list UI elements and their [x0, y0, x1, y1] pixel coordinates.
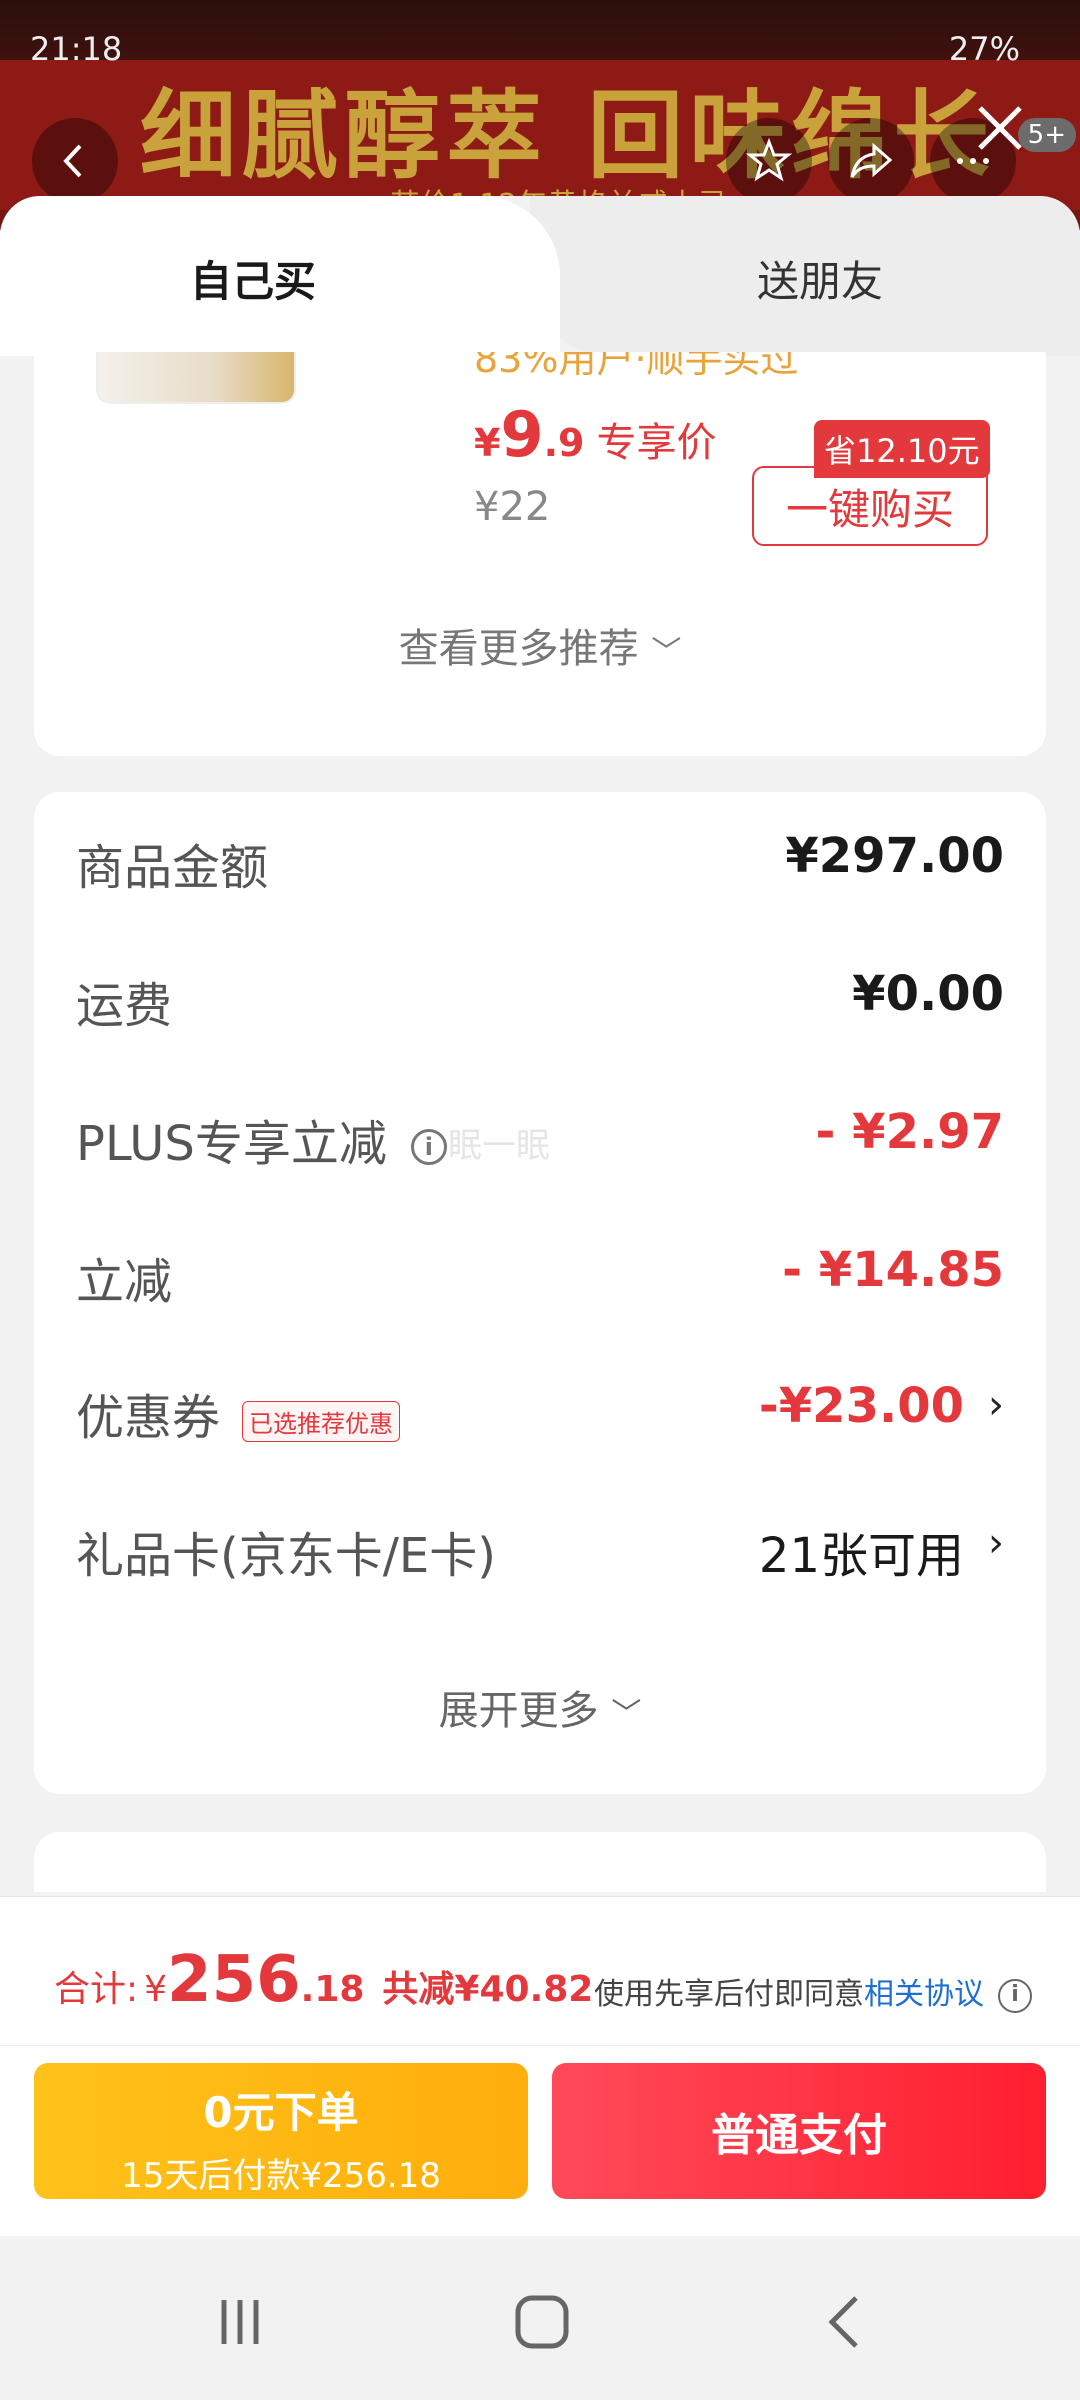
home-icon[interactable] — [512, 2292, 572, 2352]
agreement-text: 使用先享后付即同意 — [594, 1977, 864, 2012]
total-integer: 256 — [167, 1943, 301, 2017]
favorite-button[interactable] — [726, 118, 812, 204]
price-currency: ¥ — [474, 421, 501, 465]
purchase-tabs: 自己买 送朋友 — [0, 196, 1080, 356]
back-icon[interactable] — [816, 2292, 876, 2352]
expand-more-label: 展开更多 — [438, 1688, 599, 1734]
gift-card-label: 礼品卡(京东卡/E卡) — [76, 1528, 496, 1584]
see-more-recommendations[interactable]: 查看更多推荐 ﹀ — [34, 616, 1046, 674]
see-more-label: 查看更多推荐 — [398, 626, 639, 672]
status-battery: 27% — [948, 30, 1020, 68]
chevron-right-icon: › — [988, 1382, 1004, 1428]
pay-later-subtitle: 15天后付款¥256.18 — [121, 2156, 441, 2196]
coupon-value: -¥23.00 — [758, 1378, 964, 1434]
recommendation-card: 83%用户·顺手买过 ¥9.9 专享价 ¥22 一键购买 省12.10元 查看更多… — [34, 352, 1046, 756]
tab-buy-self-label[interactable]: 自己买 — [190, 248, 316, 309]
checkout-bar: 合计: ¥256.18 共减¥40.82 使用先享后付即同意相关协议 i 0元下单 1… — [0, 1896, 1080, 2236]
goods-amount-label: 商品金额 — [76, 840, 269, 896]
tab-gift-friend-label[interactable]: 送朋友 — [757, 248, 883, 309]
price-decimal: .9 — [543, 421, 585, 465]
pay-later-title: 0元下单 — [203, 2088, 359, 2137]
goods-amount-value: ¥297.00 — [785, 828, 1004, 884]
row-coupon[interactable]: 优惠券 已选推荐优惠 -¥23.00 › — [76, 1360, 1004, 1450]
system-nav-bar — [0, 2236, 1080, 2400]
info-icon[interactable]: i — [410, 1129, 447, 1165]
total-saved: 共减¥40.82 — [382, 1969, 594, 2010]
info-icon[interactable]: i — [998, 1978, 1032, 2013]
one-click-buy-button[interactable]: 一键购买 — [752, 466, 988, 546]
save-amount-tag: 省12.10元 — [814, 420, 990, 478]
gift-card-value: 21张可用 — [758, 1528, 964, 1584]
plus-discount-label-wrap: PLUS专享立减 i — [76, 1104, 447, 1174]
close-icon[interactable] — [970, 98, 1030, 158]
shipping-value: ¥0.00 — [852, 966, 1004, 1022]
plus-discount-value: - ¥2.97 — [815, 1104, 1004, 1160]
chevron-down-icon: ﹀ — [651, 635, 682, 670]
normal-pay-button[interactable]: 普通支付 — [552, 2063, 1046, 2199]
status-time: 21:18 — [30, 30, 123, 68]
chevron-down-icon: ﹀ — [611, 1697, 642, 1732]
share-button[interactable] — [828, 118, 914, 204]
product-thumbnail[interactable] — [96, 352, 296, 404]
watermark-text: 眠一眠 — [448, 1126, 550, 1166]
back-arrow-icon — [63, 144, 82, 178]
star-icon — [745, 137, 793, 182]
back-button[interactable] — [32, 118, 118, 204]
recent-apps-icon[interactable] — [210, 2292, 270, 2352]
chevron-right-icon: › — [988, 1520, 1004, 1566]
coupon-label-wrap: 优惠券 已选推荐优惠 — [76, 1378, 401, 1448]
shipping-label: 运费 — [76, 978, 173, 1034]
total-decimal: .18 — [300, 1969, 365, 2010]
agreement-notice: 使用先享后付即同意相关协议 i — [594, 1969, 1032, 2013]
instant-discount-label: 立减 — [76, 1254, 173, 1310]
row-shipping: 运费 ¥0.00 — [76, 948, 1004, 1038]
order-total: 合计: ¥256.18 共减¥40.82 — [54, 1943, 593, 2017]
bought-together-text: 83%用户·顺手买过 — [474, 352, 799, 376]
plus-discount-label: PLUS专享立减 — [76, 1116, 387, 1172]
instant-discount-value: - ¥14.85 — [782, 1242, 1004, 1298]
pay-later-button[interactable]: 0元下单 15天后付款¥256.18 — [34, 2063, 528, 2199]
price-integer: 9 — [500, 398, 544, 471]
total-currency: ¥ — [144, 1969, 168, 2010]
next-section-card — [34, 1832, 1046, 1892]
agreement-link[interactable]: 相关协议 — [864, 1977, 984, 2012]
coupon-label: 优惠券 — [76, 1390, 221, 1446]
row-instant-discount: 立减 - ¥14.85 — [76, 1224, 1004, 1314]
expand-more[interactable]: 展开更多 ﹀ — [34, 1678, 1046, 1736]
total-label: 合计: — [54, 1969, 139, 2010]
recommended-coupon-pill: 已选推荐优惠 — [242, 1400, 401, 1442]
original-price: ¥22 — [474, 484, 551, 530]
recommend-price: ¥9.9 专享价 — [474, 398, 716, 471]
price-summary-card: 商品金额 ¥297.00 运费 ¥0.00 PLUS专享立减 i - ¥2.97 … — [34, 792, 1046, 1794]
row-gift-card[interactable]: 礼品卡(京东卡/E卡) 21张可用 › — [76, 1498, 1004, 1588]
share-icon — [850, 142, 893, 178]
price-tag: 专享价 — [596, 420, 717, 466]
row-goods-amount: 商品金额 ¥297.00 — [76, 810, 1004, 900]
divider — [0, 2045, 1080, 2046]
